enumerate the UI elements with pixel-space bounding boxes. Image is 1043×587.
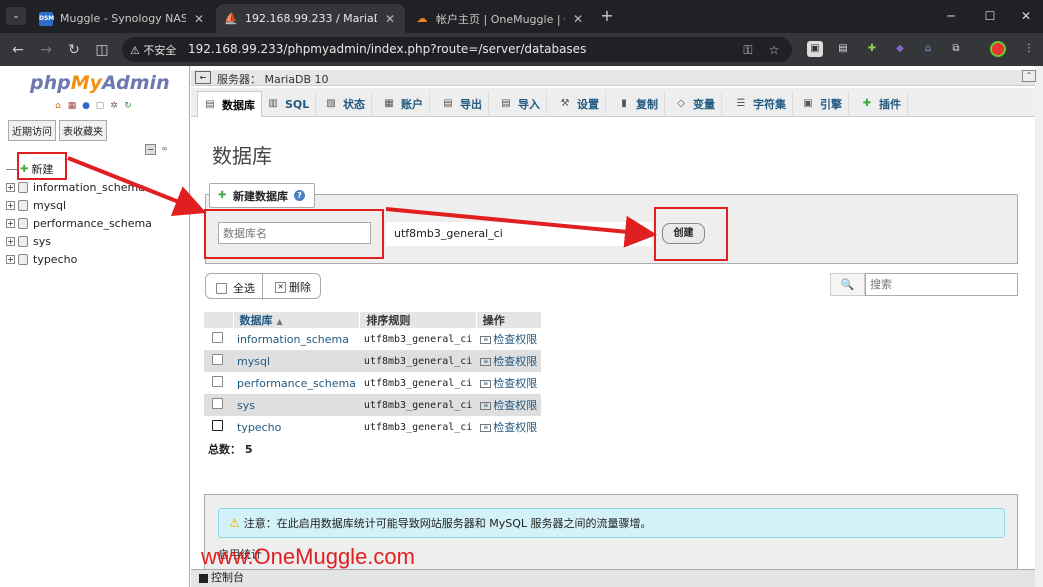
annotation-arrows — [67, 156, 657, 248]
arrow-to-create — [385, 207, 657, 248]
watermark: www.OneMuggle.com — [201, 544, 415, 569]
arrow-to-input — [67, 156, 207, 217]
